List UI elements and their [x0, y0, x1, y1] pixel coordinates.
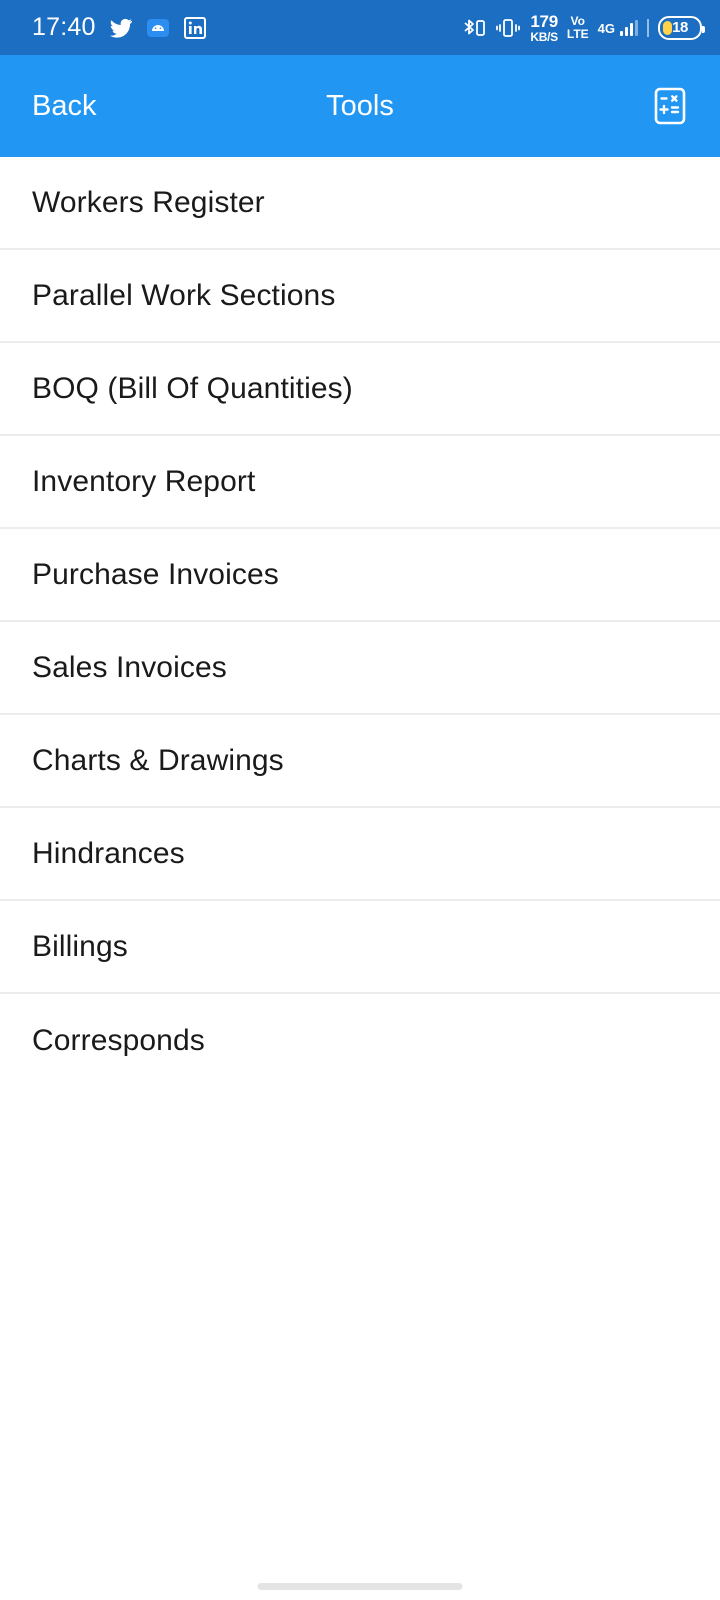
page-title: Tools: [326, 89, 394, 122]
network-speed-value: 179: [530, 11, 558, 31]
volte-line2: LTE: [566, 26, 589, 41]
network-type-label: 4G: [597, 20, 615, 36]
home-indicator[interactable]: [257, 1583, 463, 1590]
status-divider: [647, 18, 649, 37]
twitter-icon: [109, 16, 133, 40]
list-item-label: Parallel Work Sections: [32, 278, 336, 312]
app-bar: Back Tools: [0, 55, 720, 157]
list-item-hindrances[interactable]: Hindrances: [0, 808, 720, 901]
tools-list: Workers Register Parallel Work Sections …: [0, 157, 720, 1087]
list-item-parallel-work-sections[interactable]: Parallel Work Sections: [0, 250, 720, 343]
signal-strength-bars: [620, 19, 638, 36]
status-bar-right: 179 KB/S Vo LTE 4G 18: [460, 11, 705, 44]
list-item-label: Sales Invoices: [32, 650, 227, 684]
list-item-inventory-report[interactable]: Inventory Report: [0, 436, 720, 529]
status-bar-left: 17:40: [32, 15, 207, 40]
battery-icon: 18: [658, 15, 705, 40]
list-item-workers-register[interactable]: Workers Register: [0, 157, 720, 250]
battery-percent-label: 18: [672, 19, 688, 36]
network-speed-indicator: 179 KB/S: [530, 11, 558, 44]
list-item-billings[interactable]: Billings: [0, 901, 720, 994]
network-speed-unit: KB/S: [530, 29, 558, 44]
bluetooth-device-icon: [460, 16, 486, 40]
list-item-label: Hindrances: [32, 836, 185, 870]
list-item-label: Workers Register: [32, 185, 265, 219]
volte-icon: Vo LTE: [567, 15, 589, 40]
vibrate-mode-icon: [495, 16, 521, 40]
list-item-label: Purchase Invoices: [32, 557, 279, 591]
volte-line1: Vo: [570, 13, 585, 28]
back-button[interactable]: Back: [32, 91, 96, 121]
status-bar: 17:40 179 KB/S Vo LTE 4G 18: [0, 0, 720, 55]
phone-screen: 17:40 179 KB/S Vo LTE 4G 18 Back Tools W…: [0, 0, 720, 1600]
calculator-icon[interactable]: [648, 84, 692, 128]
android-app-icon: [146, 16, 170, 40]
linkedin-icon: [183, 16, 207, 40]
list-item-label: Corresponds: [32, 1023, 205, 1057]
list-item-boq[interactable]: BOQ (Bill Of Quantities): [0, 343, 720, 436]
list-item-purchase-invoices[interactable]: Purchase Invoices: [0, 529, 720, 622]
list-item-label: Billings: [32, 929, 128, 963]
list-item-label: BOQ (Bill Of Quantities): [32, 371, 353, 405]
status-clock: 17:40: [32, 13, 96, 41]
list-item-sales-invoices[interactable]: Sales Invoices: [0, 622, 720, 715]
signal-bars-icon: 4G: [597, 19, 638, 36]
list-item-corresponds[interactable]: Corresponds: [0, 994, 720, 1087]
list-item-label: Charts & Drawings: [32, 743, 284, 777]
list-item-charts-and-drawings[interactable]: Charts & Drawings: [0, 715, 720, 808]
list-item-label: Inventory Report: [32, 464, 256, 498]
